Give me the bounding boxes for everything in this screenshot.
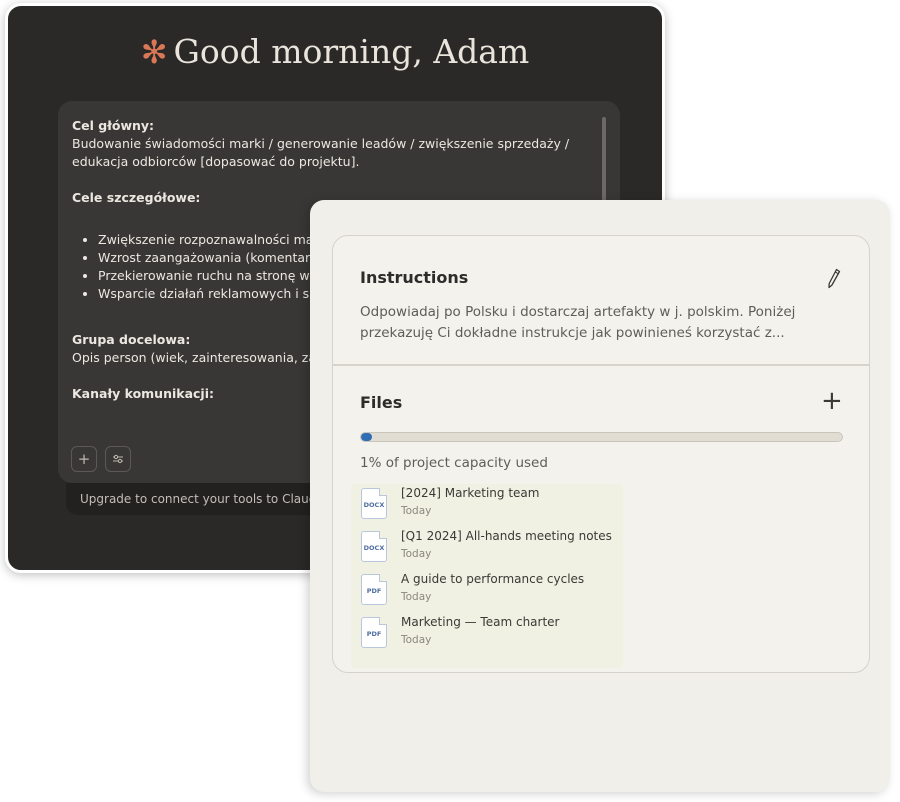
plus-icon: + bbox=[77, 450, 91, 468]
docx-file-icon: DOCX bbox=[361, 488, 387, 519]
goal-label: Cel główny: bbox=[72, 118, 155, 133]
file-date: Today bbox=[401, 548, 432, 560]
capacity-text: 1% of project capacity used bbox=[360, 455, 548, 471]
files-title: Files bbox=[360, 393, 403, 412]
capacity-progress-fill bbox=[361, 433, 372, 441]
file-item[interactable]: PDF Marketing — Team charter Today bbox=[359, 615, 621, 658]
file-item[interactable]: PDF A guide to performance cycles Today bbox=[359, 572, 621, 615]
goal-text-line1: Budowanie świadomości marki / generowani… bbox=[72, 136, 570, 151]
file-date: Today bbox=[401, 634, 432, 646]
file-name: [2024] Marketing team bbox=[401, 486, 540, 500]
add-file-button[interactable]: + bbox=[821, 388, 843, 414]
add-attachment-button[interactable]: + bbox=[71, 446, 97, 472]
instructions-line-1: Odpowiadaj po Polsku i dostarczaj artefa… bbox=[360, 304, 796, 320]
greeting-header: ✻ Good morning, Adam bbox=[8, 32, 662, 71]
edit-pencil-icon[interactable] bbox=[826, 267, 842, 291]
file-name: A guide to performance cycles bbox=[401, 572, 585, 586]
section-divider bbox=[333, 364, 869, 366]
project-knowledge-panel: Instructions Odpowiadaj po Polsku i dost… bbox=[310, 200, 890, 792]
greeting-text: Good morning, Adam bbox=[173, 32, 530, 71]
file-list: DOCX [2024] Marketing team Today DOCX [Q… bbox=[351, 484, 623, 668]
claude-logo-icon: ✻ bbox=[140, 33, 168, 71]
capacity-progress-bar bbox=[360, 432, 843, 442]
file-name: [Q1 2024] All-hands meeting notes bbox=[401, 529, 612, 543]
plus-icon: + bbox=[821, 386, 843, 416]
goal-text-line2: edukacja odbiorców [dopasować do projekt… bbox=[72, 154, 360, 169]
project-card: Instructions Odpowiadaj po Polsku i dost… bbox=[332, 235, 870, 673]
file-name: Marketing — Team charter bbox=[401, 615, 560, 629]
instructions-title: Instructions bbox=[360, 268, 469, 287]
file-date: Today bbox=[401, 505, 432, 517]
tools-button[interactable] bbox=[105, 446, 131, 472]
instructions-line-2: przekazuję Ci dokładne instrukcje jak po… bbox=[360, 325, 785, 341]
pdf-file-icon: PDF bbox=[361, 574, 387, 605]
sliders-icon bbox=[113, 454, 123, 464]
file-item[interactable]: DOCX [Q1 2024] All-hands meeting notes T… bbox=[359, 529, 621, 572]
file-date: Today bbox=[401, 591, 432, 603]
docx-file-icon: DOCX bbox=[361, 531, 387, 562]
file-item[interactable]: DOCX [2024] Marketing team Today bbox=[359, 486, 621, 529]
instructions-text: Odpowiadaj po Polsku i dostarczaj artefa… bbox=[360, 302, 830, 344]
composer-scrollbar[interactable] bbox=[602, 117, 606, 203]
upgrade-text: Upgrade to connect your tools to Claude bbox=[80, 492, 324, 506]
pdf-file-icon: PDF bbox=[361, 617, 387, 648]
